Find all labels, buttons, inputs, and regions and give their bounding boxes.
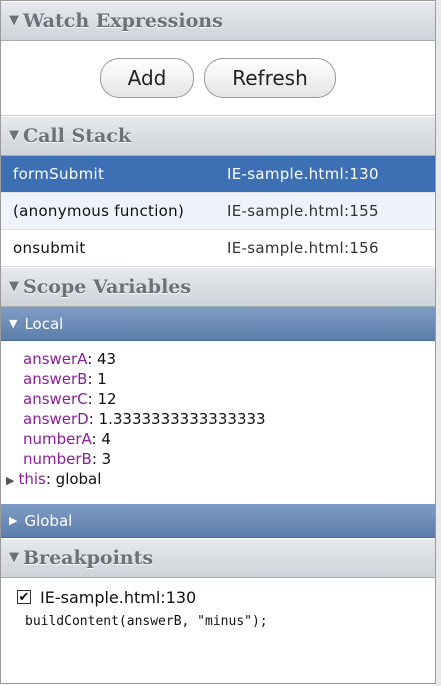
variable-value: 1 xyxy=(97,370,107,388)
call-stack-list: formSubmit IE-sample.html:130 (anonymous… xyxy=(1,156,435,267)
global-scope-label: Global xyxy=(24,511,73,530)
variable-row: answerD: 1.3333333333333333 xyxy=(23,410,266,428)
call-stack-header[interactable]: ▼ Call Stack xyxy=(1,116,435,156)
triangle-down-icon: ▼ xyxy=(9,278,19,294)
stack-location[interactable]: IE-sample.html:130 xyxy=(227,165,379,183)
variable-value: 3 xyxy=(101,450,112,468)
watch-expressions-title: Watch Expressions xyxy=(23,10,223,32)
breakpoint-code: buildContent(answerB, "minus"); xyxy=(25,614,268,629)
variable-value: global xyxy=(55,470,102,488)
triangle-down-icon: ▼ xyxy=(9,12,19,28)
variable-name: answerA xyxy=(23,350,88,368)
refresh-button[interactable]: Refresh xyxy=(204,58,336,98)
variable-name: numberB xyxy=(23,450,92,468)
triangle-down-icon: ▼ xyxy=(9,317,18,330)
variable-row: answerC: 12 xyxy=(23,390,117,408)
variable-row: answerB: 1 xyxy=(23,370,107,388)
local-scope-label: Local xyxy=(24,314,64,333)
triangle-down-icon: ▼ xyxy=(9,127,19,143)
breakpoint-location[interactable]: IE-sample.html:130 xyxy=(40,588,196,607)
this-variable-row[interactable]: ▶ this: global xyxy=(6,469,418,491)
breakpoint-checkbox[interactable]: ✔ xyxy=(17,590,31,604)
breakpoint-item[interactable]: ✔ IE-sample.html:130 xyxy=(17,586,435,608)
triangle-right-icon: ▶ xyxy=(9,514,18,527)
variable-name: answerB xyxy=(23,370,88,388)
scope-variables-header[interactable]: ▼ Scope Variables xyxy=(1,267,435,307)
variable-value: 4 xyxy=(101,430,111,448)
variable-value: 43 xyxy=(97,350,117,368)
variable-name: this xyxy=(18,470,46,488)
stack-function: onsubmit xyxy=(13,239,86,257)
call-stack-row[interactable]: (anonymous function) IE-sample.html:155 xyxy=(1,193,435,230)
local-scope-header[interactable]: ▼ Local xyxy=(1,307,435,341)
variable-name: answerC xyxy=(23,390,88,408)
triangle-right-icon[interactable]: ▶ xyxy=(6,474,14,487)
variable-name: numberA xyxy=(23,430,92,448)
breakpoints-title: Breakpoints xyxy=(23,547,154,569)
variable-row: numberB: 3 xyxy=(23,450,112,468)
variable-row: answerA: 43 xyxy=(23,350,117,368)
variable-value: 12 xyxy=(97,390,117,408)
scope-variables-title: Scope Variables xyxy=(23,276,192,298)
variable-value: 1.3333333333333333 xyxy=(98,410,266,428)
call-stack-row[interactable]: formSubmit IE-sample.html:130 xyxy=(1,156,435,193)
variable-row: numberA: 4 xyxy=(23,430,111,448)
breakpoints-header[interactable]: ▼ Breakpoints xyxy=(1,538,435,578)
breakpoints-list: ✔ IE-sample.html:130 buildContent(answer… xyxy=(1,578,435,629)
triangle-down-icon: ▼ xyxy=(9,549,19,565)
local-variables: answerA: 43 answerB: 1 answerC: 12 answe… xyxy=(1,341,435,504)
stack-location[interactable]: IE-sample.html:156 xyxy=(227,239,379,257)
call-stack-row[interactable]: onsubmit IE-sample.html:156 xyxy=(1,230,435,267)
call-stack-title: Call Stack xyxy=(23,125,132,147)
debugger-panel: ▼ Watch Expressions Add Refresh ▼ Call S… xyxy=(0,0,436,684)
scrollbar[interactable] xyxy=(436,0,441,686)
variable-name: answerD xyxy=(23,410,89,428)
stack-location[interactable]: IE-sample.html:155 xyxy=(227,202,379,220)
watch-expressions-body: Add Refresh xyxy=(1,41,435,116)
stack-function: (anonymous function) xyxy=(13,202,185,220)
add-button[interactable]: Add xyxy=(100,58,194,98)
global-scope-header[interactable]: ▶ Global xyxy=(1,504,435,538)
watch-expressions-header[interactable]: ▼ Watch Expressions xyxy=(1,1,435,41)
stack-function: formSubmit xyxy=(13,165,105,183)
